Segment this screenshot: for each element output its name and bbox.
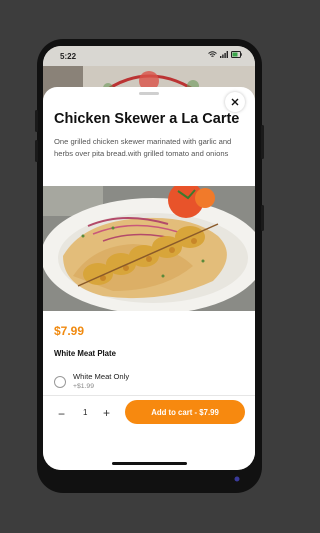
item-description: One grilled chicken skewer marinated wit… xyxy=(54,137,232,158)
footer-divider xyxy=(43,395,255,396)
item-detail-sheet: Chicken Skewer a La Carte One grilled ch… xyxy=(43,87,255,470)
wifi-icon xyxy=(208,51,217,57)
close-icon xyxy=(231,98,239,106)
quantity-value: 1 xyxy=(83,408,88,417)
phone-side-button xyxy=(35,110,38,132)
item-title: Chicken Skewer a La Carte xyxy=(54,111,240,127)
food-image xyxy=(43,186,255,311)
option-price: +$1.99 xyxy=(73,383,94,390)
phone-side-button xyxy=(35,140,38,162)
phone-corner-indicator xyxy=(234,476,240,482)
phone-side-button xyxy=(261,125,264,159)
close-button[interactable] xyxy=(225,92,245,112)
battery-icon xyxy=(231,51,242,58)
status-time: 5:22 xyxy=(60,52,77,61)
sheet-grabber[interactable] xyxy=(139,92,159,95)
status-icons xyxy=(208,51,242,58)
phone-side-button xyxy=(261,205,264,231)
item-price: $7.99 xyxy=(54,324,85,338)
options-section-title: White Meat Plate xyxy=(54,349,116,358)
add-to-cart-button[interactable]: Add to cart - $7.99 xyxy=(125,400,245,424)
increase-quantity-button[interactable]: + xyxy=(103,406,110,420)
option-name[interactable]: White Meat Only xyxy=(73,372,129,381)
decrease-quantity-button[interactable]: − xyxy=(58,407,65,421)
option-radio[interactable] xyxy=(54,376,66,388)
signal-icon xyxy=(220,51,228,58)
home-indicator[interactable] xyxy=(112,462,187,465)
phone-screen: 5:22 Chicken Skewer a La Carte One grill… xyxy=(43,46,255,470)
status-bar: 5:22 xyxy=(43,46,255,66)
